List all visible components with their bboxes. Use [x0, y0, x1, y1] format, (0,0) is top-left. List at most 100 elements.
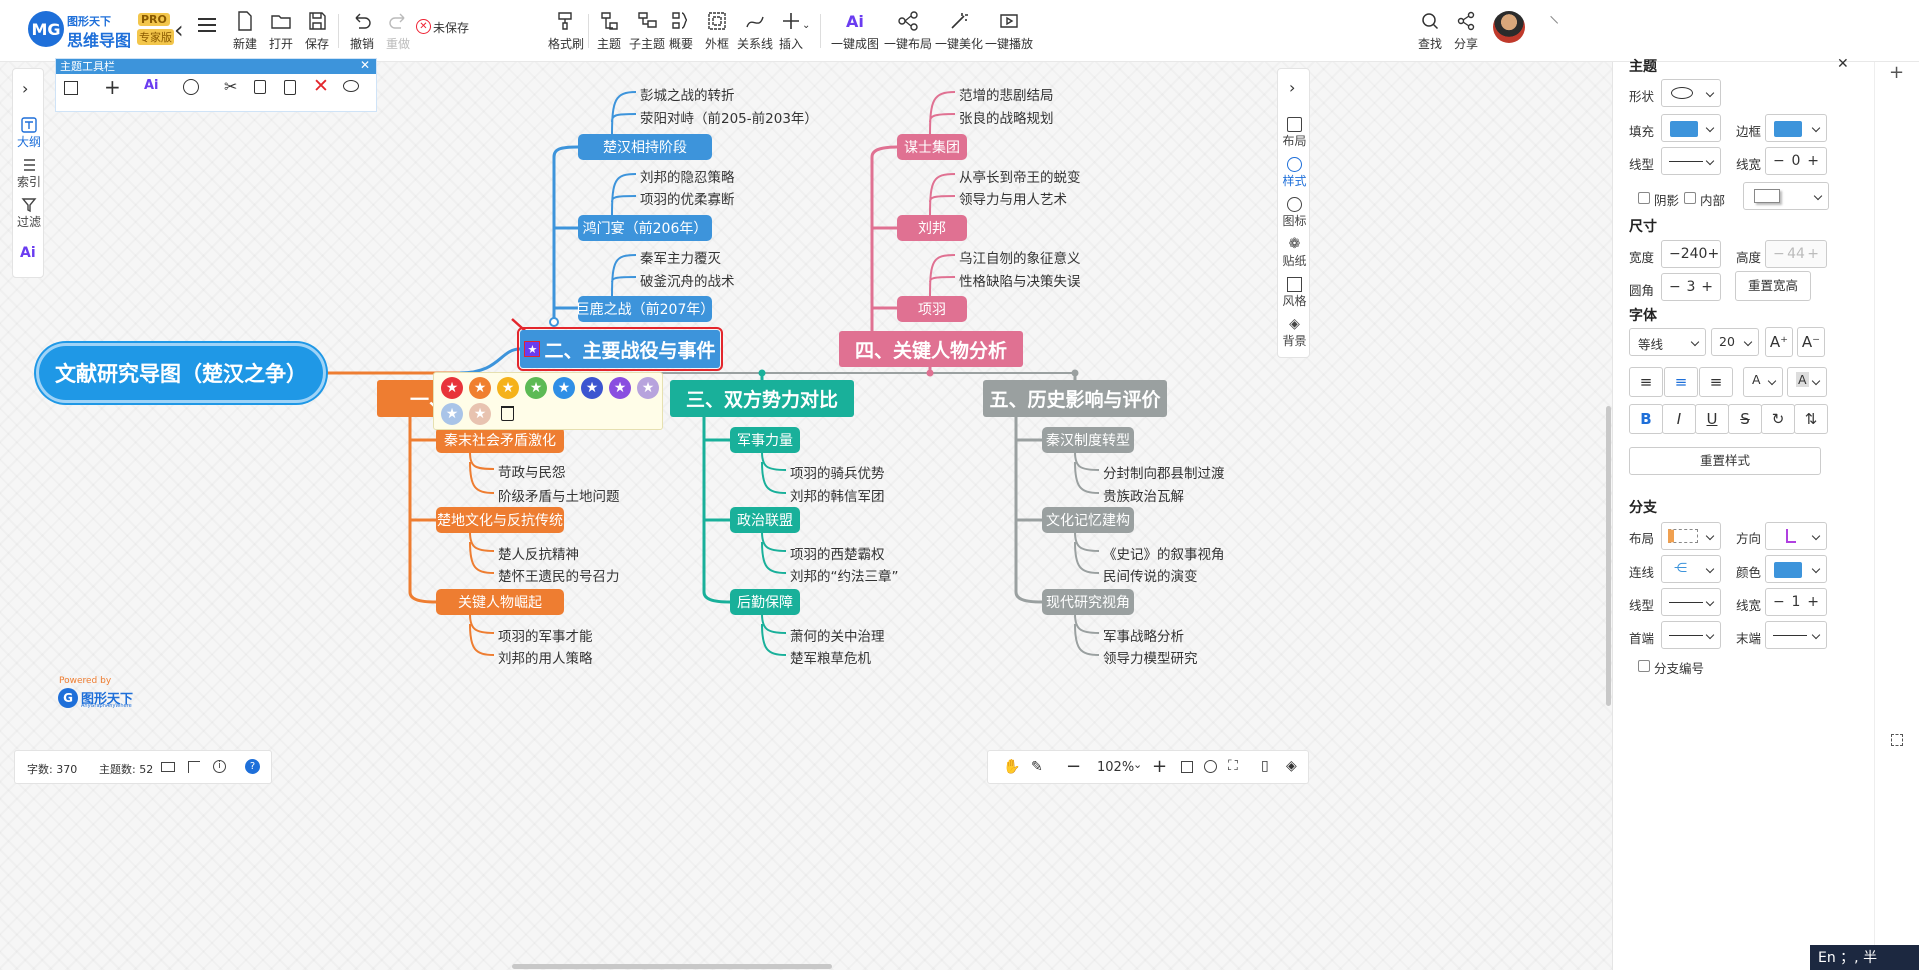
leaf-topic[interactable]: 楚军粮草危机: [790, 647, 871, 667]
ruler-icon[interactable]: [188, 761, 200, 773]
star-light-blue-icon[interactable]: ★: [441, 403, 463, 425]
style-tab[interactable]: 样式: [1280, 157, 1309, 189]
leaf-topic[interactable]: 刘邦的用人策略: [498, 647, 593, 667]
tail-select[interactable]: [1765, 621, 1827, 649]
sub-topic[interactable]: 关键人物崛起: [436, 589, 564, 615]
leaf-topic[interactable]: 秦军主力覆灭: [640, 247, 721, 267]
trash-icon[interactable]: [501, 406, 514, 421]
leaf-topic[interactable]: 张良的战略规划: [959, 107, 1054, 127]
leaf-topic[interactable]: 民间传说的演变: [1103, 565, 1198, 585]
leaf-topic[interactable]: 刘邦的“约法三章”: [790, 565, 899, 585]
italic-icon[interactable]: I: [1662, 404, 1696, 434]
leaf-topic[interactable]: 乌江自刎的象征意义: [959, 247, 1081, 267]
underline-icon[interactable]: U: [1695, 404, 1729, 434]
back-icon[interactable]: ‹: [174, 16, 184, 44]
save-button[interactable]: 保存: [305, 10, 329, 52]
align-center-icon[interactable]: ≡: [1664, 367, 1698, 397]
open-button[interactable]: 打开: [269, 10, 293, 52]
ai-layout-button[interactable]: 一键布局: [884, 10, 932, 52]
locate-icon[interactable]: [1204, 760, 1217, 773]
leaf-topic[interactable]: 刘邦的隐忍策略: [640, 166, 735, 186]
user-avatar[interactable]: [1493, 11, 1525, 43]
search-button[interactable]: 查找: [1418, 10, 1442, 52]
relation-line-button[interactable]: 关系线: [737, 10, 773, 52]
leaf-topic[interactable]: 苛政与民怨: [498, 461, 566, 481]
copy-style-icon[interactable]: [64, 81, 78, 95]
leaf-topic[interactable]: 项羽的骑兵优势: [790, 462, 885, 482]
leaf-topic[interactable]: 项羽的优柔寡断: [640, 188, 735, 208]
leaf-topic[interactable]: 楚人反抗精神: [498, 543, 579, 563]
leaf-topic[interactable]: 项羽的军事才能: [498, 625, 593, 645]
expand-left-icon[interactable]: ›: [22, 79, 28, 98]
sub-topic[interactable]: 秦汉制度转型: [1042, 427, 1134, 453]
shadow-checkbox[interactable]: [1638, 192, 1650, 204]
leaf-topic[interactable]: 分封制向郡县制过渡: [1103, 462, 1225, 482]
ai-map-button[interactable]: Ai 一键成图: [831, 10, 879, 52]
leaf-topic[interactable]: 从亭长到帝王的蜕变: [959, 166, 1081, 186]
visibility-icon[interactable]: [343, 80, 359, 92]
ai-play-button[interactable]: 一键播放: [985, 10, 1033, 52]
font-color-select[interactable]: A: [1743, 367, 1783, 397]
format-painter-button[interactable]: 格式刷: [548, 10, 584, 52]
insert-button[interactable]: 插入: [779, 10, 803, 52]
leaf-topic[interactable]: 彭城之战的转折: [640, 84, 735, 104]
zoom-dropdown-icon[interactable]: ⌄: [1133, 758, 1142, 771]
star-tan-icon[interactable]: ★: [469, 403, 491, 425]
decrease-font-icon[interactable]: A⁻: [1797, 327, 1825, 357]
shadow-style-select[interactable]: [1743, 182, 1829, 210]
reset-size-button[interactable]: 重置宽高: [1735, 271, 1811, 301]
sub-topic[interactable]: 谋士集团: [897, 134, 967, 160]
copy-icon[interactable]: [254, 80, 266, 94]
root-topic[interactable]: 文献研究导图（楚汉之争）: [36, 343, 326, 403]
layout-tab[interactable]: 布局: [1280, 117, 1309, 149]
strikethrough-icon[interactable]: S: [1728, 404, 1762, 434]
close-topic-toolbar-icon[interactable]: ✕: [360, 58, 370, 72]
palette-icon[interactable]: [183, 79, 199, 95]
icon-tab[interactable]: 图标: [1280, 197, 1309, 229]
branch-battles[interactable]: ★ 二、主要战役与事件: [517, 327, 723, 371]
sub-topic[interactable]: 刘邦: [897, 215, 967, 241]
hand-icon[interactable]: ✋: [1003, 759, 1020, 775]
star-orange-icon[interactable]: ★: [469, 377, 491, 399]
border-color-select[interactable]: [1765, 114, 1827, 142]
keyboard-icon[interactable]: [161, 762, 175, 772]
sub-topic[interactable]: 后勤保障: [730, 589, 800, 615]
width-stepper[interactable]: −240 +: [1661, 240, 1721, 268]
height-stepper[interactable]: −44 +: [1765, 240, 1827, 268]
branch-line-type-select[interactable]: [1661, 588, 1721, 616]
window-minimize-icon[interactable]: [1543, 15, 1559, 31]
info-icon[interactable]: i: [213, 760, 226, 773]
ai-assistant-icon[interactable]: Ai: [20, 245, 36, 261]
bold-icon[interactable]: B: [1629, 404, 1663, 434]
leaf-topic[interactable]: 贵族政治瓦解: [1103, 485, 1184, 505]
leaf-topic[interactable]: 《史记》的叙事视角: [1103, 543, 1225, 563]
highlight-color-select[interactable]: A: [1787, 367, 1827, 397]
outline-tab[interactable]: 大纲: [15, 117, 43, 150]
sub-topic[interactable]: 军事力量: [730, 427, 800, 453]
horizontal-scrollbar[interactable]: [512, 964, 832, 969]
leaf-topic[interactable]: 破釜沉舟的战术: [640, 270, 735, 290]
background-tab[interactable]: ◈ 背景: [1280, 317, 1309, 349]
leaf-topic[interactable]: 荥阳对峙（前205-前203年）: [640, 107, 818, 127]
leaf-topic[interactable]: 军事战略分析: [1103, 625, 1184, 645]
direction-select[interactable]: [1765, 522, 1827, 550]
subtopic-button[interactable]: 子主题: [629, 10, 665, 52]
branch-key-figures[interactable]: 四、关键人物分析: [839, 331, 1023, 367]
frame-button[interactable]: 外框: [705, 10, 729, 52]
sort-icon[interactable]: ⇅: [1794, 404, 1828, 434]
sub-topic[interactable]: 巨鹿之战（前207年）: [576, 296, 714, 322]
close-panel-icon[interactable]: ✕: [1837, 56, 1849, 72]
sub-topic[interactable]: 鸿门宴（前206年）: [578, 215, 712, 241]
ai-beautify-button[interactable]: 一键美化: [935, 10, 983, 52]
leaf-topic[interactable]: 项羽的西楚霸权: [790, 543, 885, 563]
vertical-scrollbar[interactable]: [1606, 406, 1611, 706]
zoom-out-icon[interactable]: −: [1066, 756, 1081, 777]
rotate-icon[interactable]: ↻: [1761, 404, 1795, 434]
radius-stepper[interactable]: −3 +: [1661, 273, 1721, 301]
star-yellow-icon[interactable]: ★: [497, 377, 519, 399]
fit-screen-icon[interactable]: [1181, 761, 1193, 773]
branch-line-width-stepper[interactable]: −1 +: [1765, 588, 1827, 616]
leaf-topic[interactable]: 领导力模型研究: [1103, 647, 1198, 667]
line-width-stepper[interactable]: −0 +: [1765, 147, 1827, 175]
connector-select[interactable]: ⋲: [1661, 555, 1721, 583]
